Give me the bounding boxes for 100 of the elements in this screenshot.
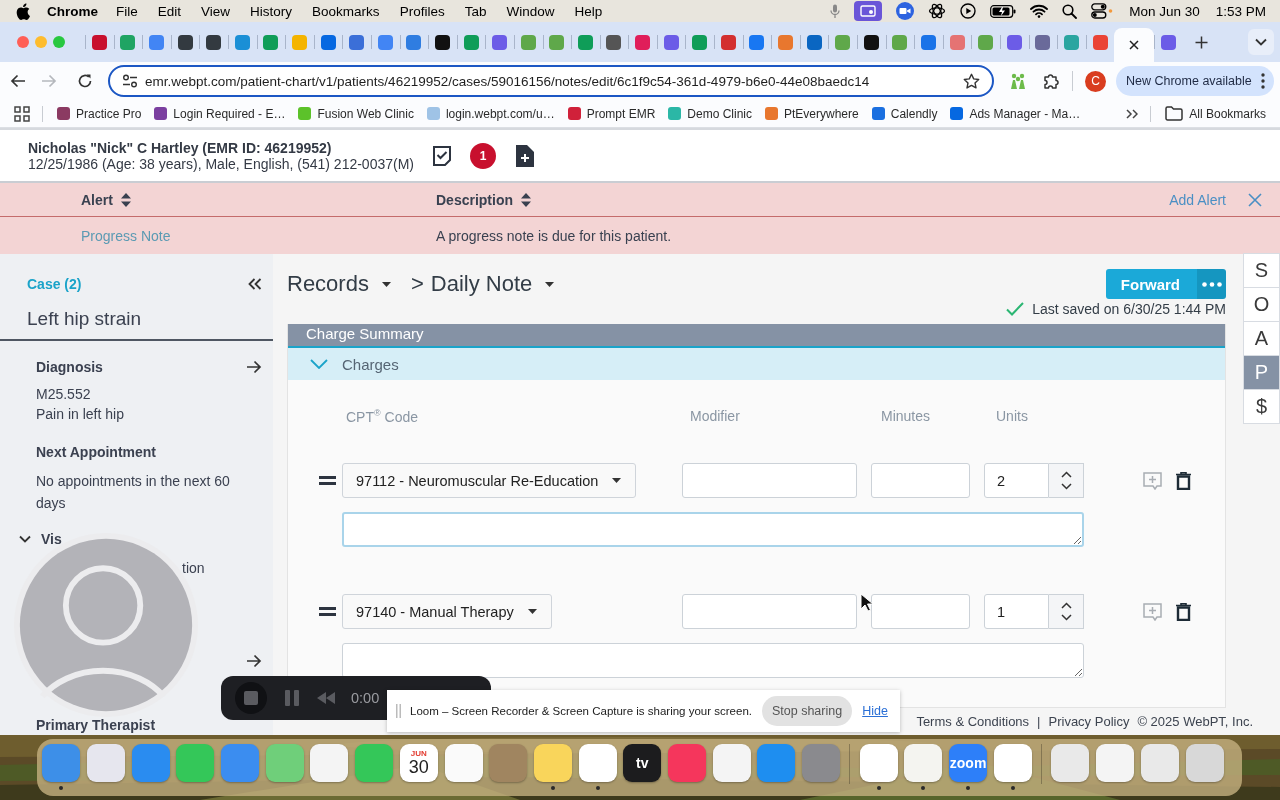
menu-item[interactable]: Profiles bbox=[399, 3, 445, 19]
app-icon[interactable] bbox=[265, 744, 304, 782]
menu-item[interactable]: View bbox=[201, 3, 231, 19]
clock-date[interactable]: Mon Jun 30 bbox=[1129, 3, 1200, 19]
knot-icon[interactable] bbox=[928, 2, 947, 20]
bookmark-link[interactable]: Login Required - E… bbox=[173, 106, 286, 121]
menu-item[interactable]: File bbox=[116, 3, 138, 19]
bookmark-link[interactable]: Prompt EMR bbox=[586, 106, 656, 121]
minutes-field[interactable] bbox=[871, 594, 970, 629]
reload-icon[interactable] bbox=[77, 73, 93, 89]
back-icon[interactable] bbox=[10, 74, 26, 88]
add-comment-icon[interactable] bbox=[1143, 471, 1162, 490]
cpt-code-dropdown[interactable]: 97140 - Manual Therapy bbox=[342, 594, 552, 629]
menu-item[interactable]: Help bbox=[574, 3, 603, 19]
column-header[interactable]: Description bbox=[436, 191, 513, 208]
app-icon[interactable]: zoom bbox=[949, 744, 988, 782]
app-icon[interactable]: tv bbox=[623, 744, 662, 782]
arrow-right-icon[interactable] bbox=[246, 360, 262, 374]
stop-recording-icon[interactable] bbox=[235, 682, 267, 714]
people-icon[interactable] bbox=[1009, 72, 1027, 90]
app-icon[interactable] bbox=[1185, 744, 1224, 782]
arrow-right-icon[interactable] bbox=[246, 654, 262, 668]
menu-item[interactable]: Bookmarks bbox=[312, 3, 380, 19]
more-options-button[interactable] bbox=[1197, 269, 1226, 299]
chevron-down-icon[interactable] bbox=[1060, 614, 1072, 622]
bookmark-link[interactable]: login.webpt.com/u… bbox=[445, 106, 555, 121]
soap-tab[interactable]: S bbox=[1243, 253, 1280, 288]
more-bookmarks-icon[interactable] bbox=[1126, 108, 1139, 119]
trash-icon[interactable] bbox=[1176, 471, 1191, 490]
chevron-up-icon[interactable] bbox=[1060, 470, 1072, 478]
sort-icon[interactable] bbox=[521, 192, 531, 207]
chevron-down-icon[interactable] bbox=[1255, 38, 1267, 46]
screen-share-icon[interactable] bbox=[854, 1, 883, 21]
units-field[interactable]: 2 bbox=[984, 463, 1049, 498]
menu-item[interactable]: Tab bbox=[464, 3, 487, 19]
app-icon[interactable] bbox=[712, 744, 751, 782]
close-icon[interactable] bbox=[1129, 40, 1140, 50]
units-field[interactable]: 1 bbox=[984, 594, 1049, 629]
modifier-field[interactable] bbox=[682, 594, 857, 629]
bookmark-link[interactable]: Demo Clinic bbox=[687, 106, 752, 121]
app-icon[interactable] bbox=[993, 744, 1032, 782]
column-header[interactable]: Alert bbox=[81, 191, 113, 208]
terms-link[interactable]: Terms & Conditions bbox=[916, 714, 1030, 729]
menu-icon[interactable] bbox=[1260, 73, 1265, 89]
menu-item[interactable]: History bbox=[250, 3, 293, 19]
app-icon[interactable] bbox=[1096, 744, 1135, 782]
soap-tab[interactable]: O bbox=[1243, 287, 1280, 322]
profile-button[interactable]: C bbox=[1085, 70, 1106, 92]
checklist-icon[interactable] bbox=[432, 144, 452, 167]
app-menu[interactable]: Chrome bbox=[47, 3, 98, 19]
play-icon[interactable] bbox=[960, 3, 977, 19]
privacy-link[interactable]: Privacy Policy bbox=[1048, 714, 1130, 729]
app-icon[interactable] bbox=[533, 744, 572, 782]
battery-icon[interactable] bbox=[990, 4, 1017, 18]
chevron-up-icon[interactable] bbox=[1060, 601, 1072, 609]
bookmark-link[interactable]: Ads Manager - Ma… bbox=[969, 106, 1081, 121]
new-tab-icon[interactable] bbox=[1194, 35, 1208, 49]
section-heading[interactable]: Vis bbox=[41, 531, 62, 547]
minutes-field[interactable] bbox=[871, 463, 970, 498]
forward-icon[interactable] bbox=[41, 74, 57, 88]
grip-icon[interactable] bbox=[396, 704, 401, 718]
clock-time[interactable]: 1:53 PM bbox=[1215, 3, 1266, 19]
apps-icon[interactable] bbox=[14, 105, 30, 122]
menu-item[interactable]: Window bbox=[506, 3, 555, 19]
bookmark-link[interactable]: Fusion Web Clinic bbox=[317, 106, 414, 121]
add-comment-icon[interactable] bbox=[1143, 602, 1162, 621]
extensions-icon[interactable] bbox=[1042, 72, 1060, 90]
drag-handle-icon[interactable] bbox=[319, 476, 336, 485]
bookmark-link[interactable]: PtEverywhere bbox=[784, 106, 859, 121]
close-window-button[interactable] bbox=[17, 36, 29, 48]
notes-field[interactable] bbox=[342, 643, 1084, 678]
control-center-icon[interactable] bbox=[1091, 3, 1114, 19]
stop-sharing-button[interactable]: Stop sharing bbox=[762, 696, 853, 726]
update-button[interactable]: New Chrome available bbox=[1116, 66, 1274, 96]
breadcrumb-dropdown[interactable]: Records bbox=[287, 271, 391, 297]
address-bar[interactable]: emr.webpt.com/patient-chart/v1/patients/46219952/cases/59016156/notes/edit/6c1f9c54-361d-4979-b6e0-44e08baedc14 bbox=[108, 65, 994, 97]
app-icon[interactable] bbox=[859, 744, 898, 782]
app-icon[interactable] bbox=[1051, 744, 1090, 782]
app-icon[interactable] bbox=[444, 744, 483, 782]
note-type-dropdown[interactable]: Daily Note bbox=[430, 271, 555, 297]
app-icon[interactable]: JUN 30 bbox=[399, 744, 438, 782]
folder-icon[interactable] bbox=[1165, 106, 1184, 121]
bookmark-star-icon[interactable] bbox=[963, 72, 980, 90]
bookmark-link[interactable]: Practice Pro bbox=[76, 106, 142, 121]
menu-item[interactable]: Edit bbox=[157, 3, 182, 19]
apple-icon[interactable] bbox=[16, 2, 30, 20]
app-icon[interactable] bbox=[904, 744, 943, 782]
zoom-window-button[interactable] bbox=[53, 36, 65, 48]
tab-list-button[interactable] bbox=[1248, 29, 1274, 55]
wifi-icon[interactable] bbox=[1030, 4, 1049, 18]
trash-icon[interactable] bbox=[1176, 602, 1191, 621]
chevron-down-icon[interactable] bbox=[19, 535, 31, 543]
rewind-icon[interactable] bbox=[317, 692, 335, 704]
soap-tab[interactable]: A bbox=[1243, 321, 1280, 356]
add-document-icon[interactable] bbox=[516, 144, 534, 167]
alert-count-badge[interactable]: 1 bbox=[470, 142, 496, 169]
subsection-header[interactable]: Charges bbox=[288, 348, 1225, 380]
app-icon[interactable] bbox=[87, 744, 126, 782]
app-icon[interactable] bbox=[1140, 744, 1179, 782]
app-icon[interactable] bbox=[578, 744, 617, 782]
